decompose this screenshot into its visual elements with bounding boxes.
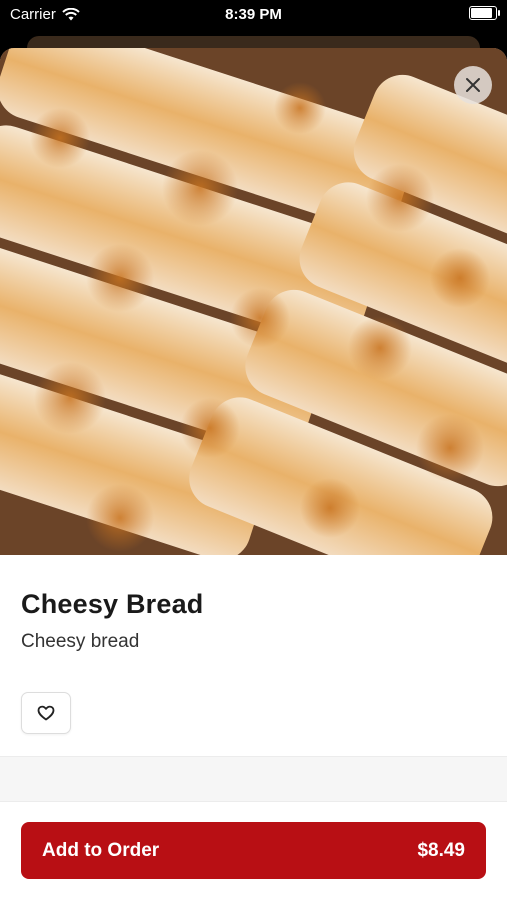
item-title: Cheesy Bread	[21, 589, 204, 619]
order-price: $8.49	[417, 839, 465, 861]
battery-icon	[469, 6, 500, 20]
close-button[interactable]	[454, 66, 492, 104]
close-icon	[466, 78, 480, 92]
item-description: Cheesy bread	[21, 631, 140, 652]
item-image	[0, 48, 507, 555]
add-to-order-button[interactable]: Add to Order $8.49	[21, 822, 486, 879]
heart-outline-icon	[37, 705, 55, 721]
favorite-button[interactable]	[21, 692, 71, 734]
item-detail-sheet: Cheesy Bread Cheesy bread Add to Order $…	[0, 48, 507, 900]
add-to-order-label: Add to Order	[42, 839, 160, 861]
section-divider	[0, 756, 507, 802]
status-time: 8:39 PM	[225, 6, 282, 23]
status-bar: Carrier 8:39 PM	[0, 0, 507, 30]
